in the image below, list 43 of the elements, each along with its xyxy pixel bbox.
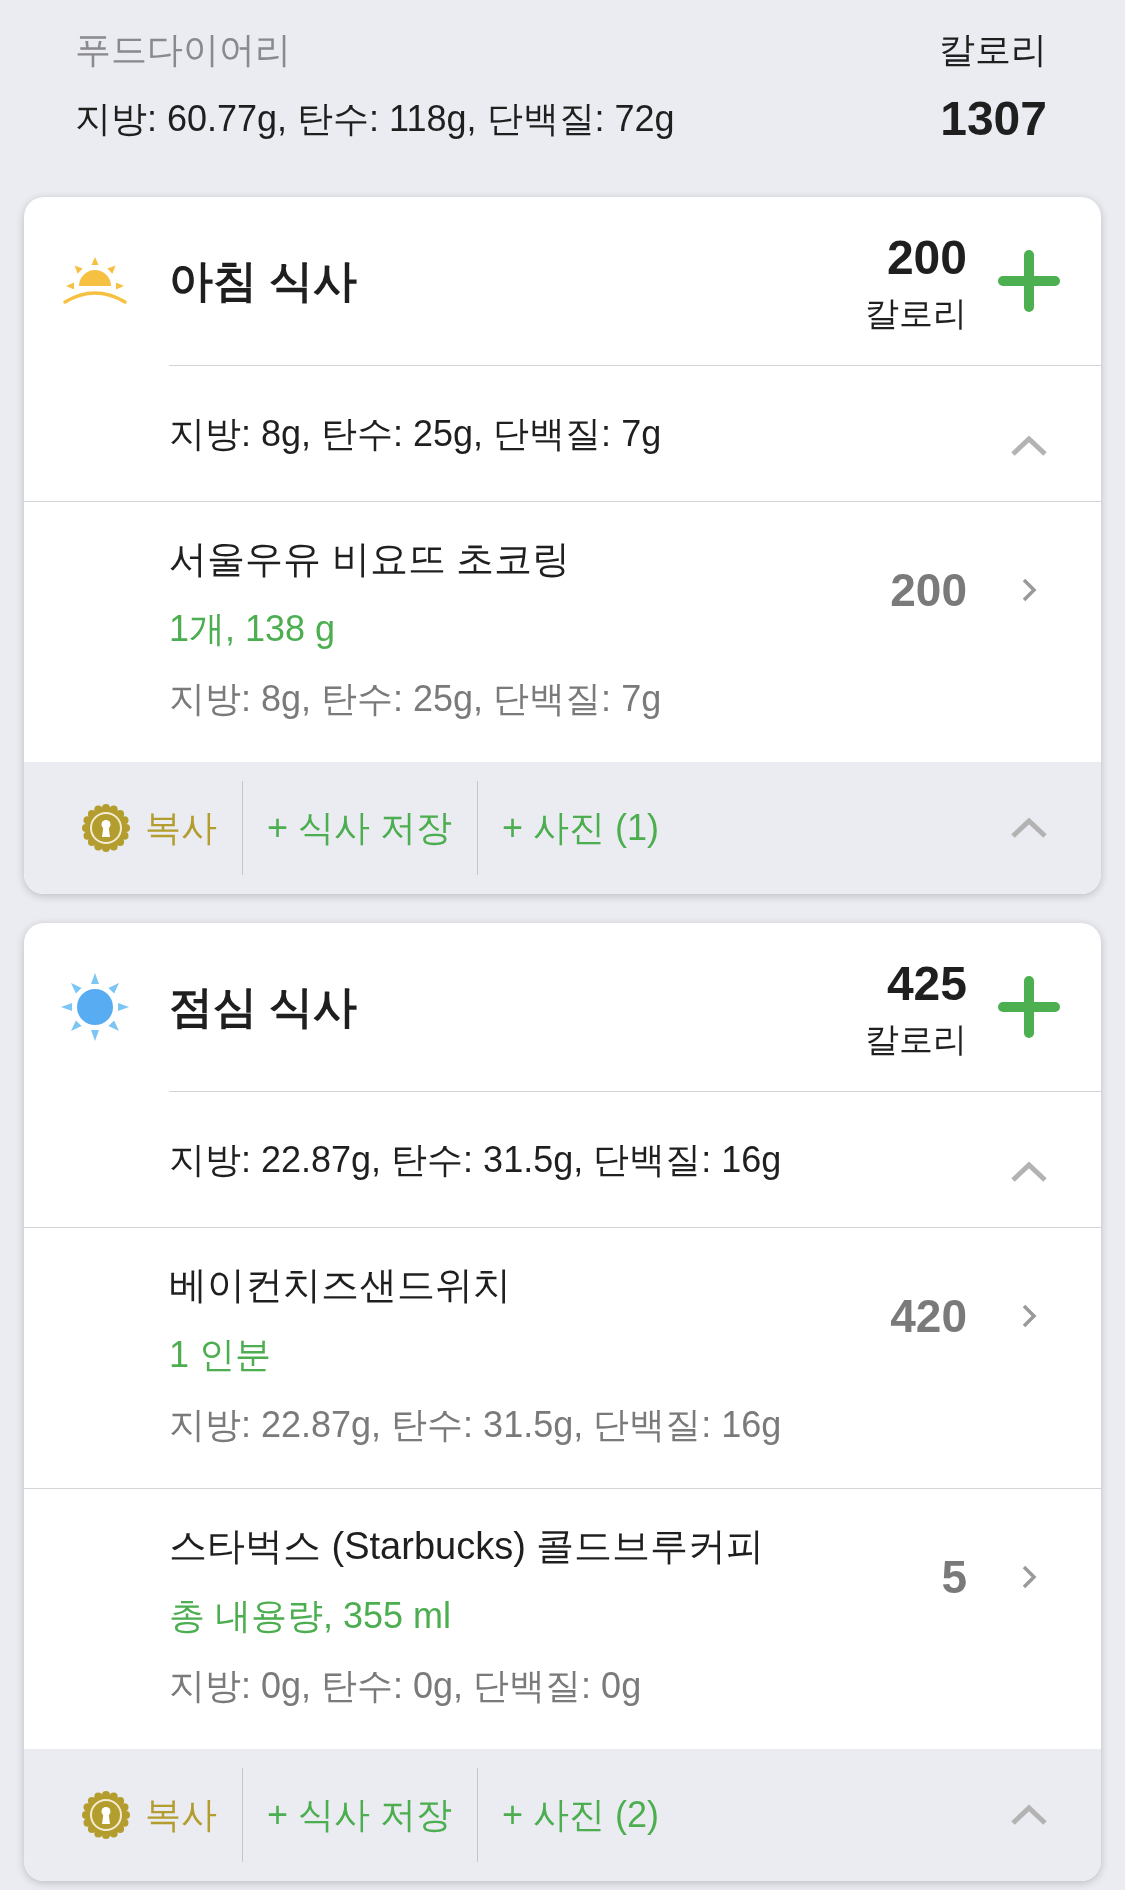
chevron-up-icon[interactable] — [1010, 1160, 1048, 1183]
app-title: 푸드다이어리 — [75, 28, 291, 72]
chevron-right-icon[interactable] — [1021, 1564, 1037, 1590]
calories-label: 칼로리 — [865, 1018, 967, 1060]
sun-icon — [60, 972, 130, 1042]
badge-icon — [82, 1791, 130, 1839]
add-photo-button[interactable]: + 사진 (2) — [502, 1788, 660, 1842]
food-macros: 지방: 0g, 탄수: 0g, 단백질: 0g — [169, 1664, 642, 1708]
chevron-right-icon[interactable] — [1021, 577, 1037, 603]
food-calories: 200 — [890, 562, 967, 618]
save-meal-button[interactable]: + 식사 저장 — [267, 801, 453, 855]
copy-button[interactable]: 복사 — [82, 1788, 217, 1842]
meal-title: 점심 식사 — [169, 981, 359, 1033]
serving-size: 1 인분 — [169, 1333, 272, 1377]
copy-button[interactable]: 복사 — [82, 801, 217, 855]
food-name: 베이컨치즈샌드위치 — [169, 1263, 511, 1308]
serving-size: 총 내용량, 355 ml — [169, 1594, 452, 1638]
food-name: 스타벅스 (Starbucks) 콜드브루커피 — [169, 1524, 765, 1569]
calories-label: 칼로리 — [939, 28, 1047, 72]
save-meal-button[interactable]: + 식사 저장 — [267, 1788, 453, 1842]
meal-calories: 200 — [886, 232, 967, 283]
meal-title: 아침 식사 — [169, 255, 359, 307]
plus-icon[interactable] — [998, 250, 1060, 312]
food-macros: 지방: 8g, 탄수: 25g, 단백질: 7g — [169, 677, 662, 721]
daily-macros: 지방: 60.77g, 탄수: 118g, 단백질: 72g — [75, 97, 675, 141]
food-calories: 420 — [890, 1288, 967, 1344]
chevron-right-icon[interactable] — [1021, 1303, 1037, 1329]
badge-icon — [82, 804, 130, 852]
food-name: 서울우유 비요뜨 초코링 — [169, 537, 571, 582]
meal-macros: 지방: 22.87g, 탄수: 31.5g, 단백질: 16g — [169, 1137, 783, 1182]
total-calories: 1307 — [940, 91, 1047, 147]
meal-macros: 지방: 8g, 탄수: 25g, 단백질: 7g — [169, 411, 663, 456]
calories-label: 칼로리 — [865, 292, 967, 334]
food-calories: 5 — [941, 1549, 967, 1605]
plus-icon[interactable] — [998, 976, 1060, 1038]
sunrise-icon — [60, 255, 130, 307]
meal-calories: 425 — [886, 958, 967, 1009]
chevron-up-icon[interactable] — [1010, 1804, 1048, 1826]
chevron-up-icon[interactable] — [1010, 817, 1048, 839]
chevron-up-icon[interactable] — [1010, 434, 1048, 457]
add-photo-button[interactable]: + 사진 (1) — [502, 801, 660, 855]
food-macros: 지방: 22.87g, 탄수: 31.5g, 단백질: 16g — [169, 1403, 782, 1447]
serving-size: 1개, 138 g — [169, 607, 336, 651]
